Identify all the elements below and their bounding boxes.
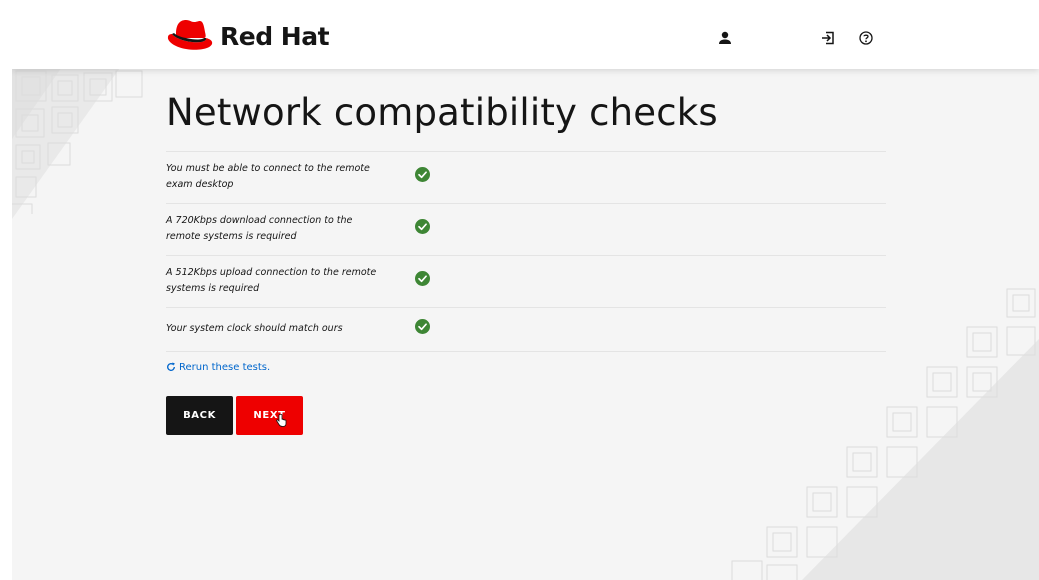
rerun-tests-link[interactable]: Rerun these tests. [166,360,886,374]
check-label: A 512Kbps upload connection to the remot… [166,267,377,294]
check-passed-icon [415,319,430,334]
red-hat-logo[interactable]: Red Hat [166,18,330,54]
rerun-label: Rerun these tests. [179,361,271,373]
check-row-clock: Your system clock should match ours [166,308,886,352]
check-row-download: A 720Kbps download connection to the rem… [166,204,886,256]
check-passed-icon [415,219,430,234]
check-passed-icon [415,271,430,286]
check-label: A 720Kbps download connection to the rem… [166,215,353,242]
back-button[interactable]: BACK [166,396,233,435]
logout-icon[interactable] [820,30,836,46]
check-row-remote-desktop: You must be able to connect to the remot… [166,152,886,204]
check-label: Your system clock should match ours [166,323,343,334]
navigation-buttons: BACK NEXT [166,396,886,435]
next-button[interactable]: NEXT [236,396,303,435]
app-viewport: Red Hat Network compatibility checks You… [12,9,1039,580]
red-hat-fedora-icon [167,20,213,50]
user-icon[interactable] [717,30,733,46]
page-title: Network compatibility checks [166,91,718,134]
hand-cursor-icon [276,414,287,427]
check-label: You must be able to connect to the remot… [166,163,370,190]
check-row-upload: A 512Kbps upload connection to the remot… [166,256,886,308]
top-header: Red Hat [12,9,1039,69]
check-passed-icon [415,167,430,182]
main-content: Network compatibility checks You must be… [166,69,886,435]
checks-list: You must be able to connect to the remot… [166,151,886,352]
refresh-icon [167,362,176,371]
help-icon[interactable] [858,30,874,46]
brand-name: Red Hat [220,21,330,51]
